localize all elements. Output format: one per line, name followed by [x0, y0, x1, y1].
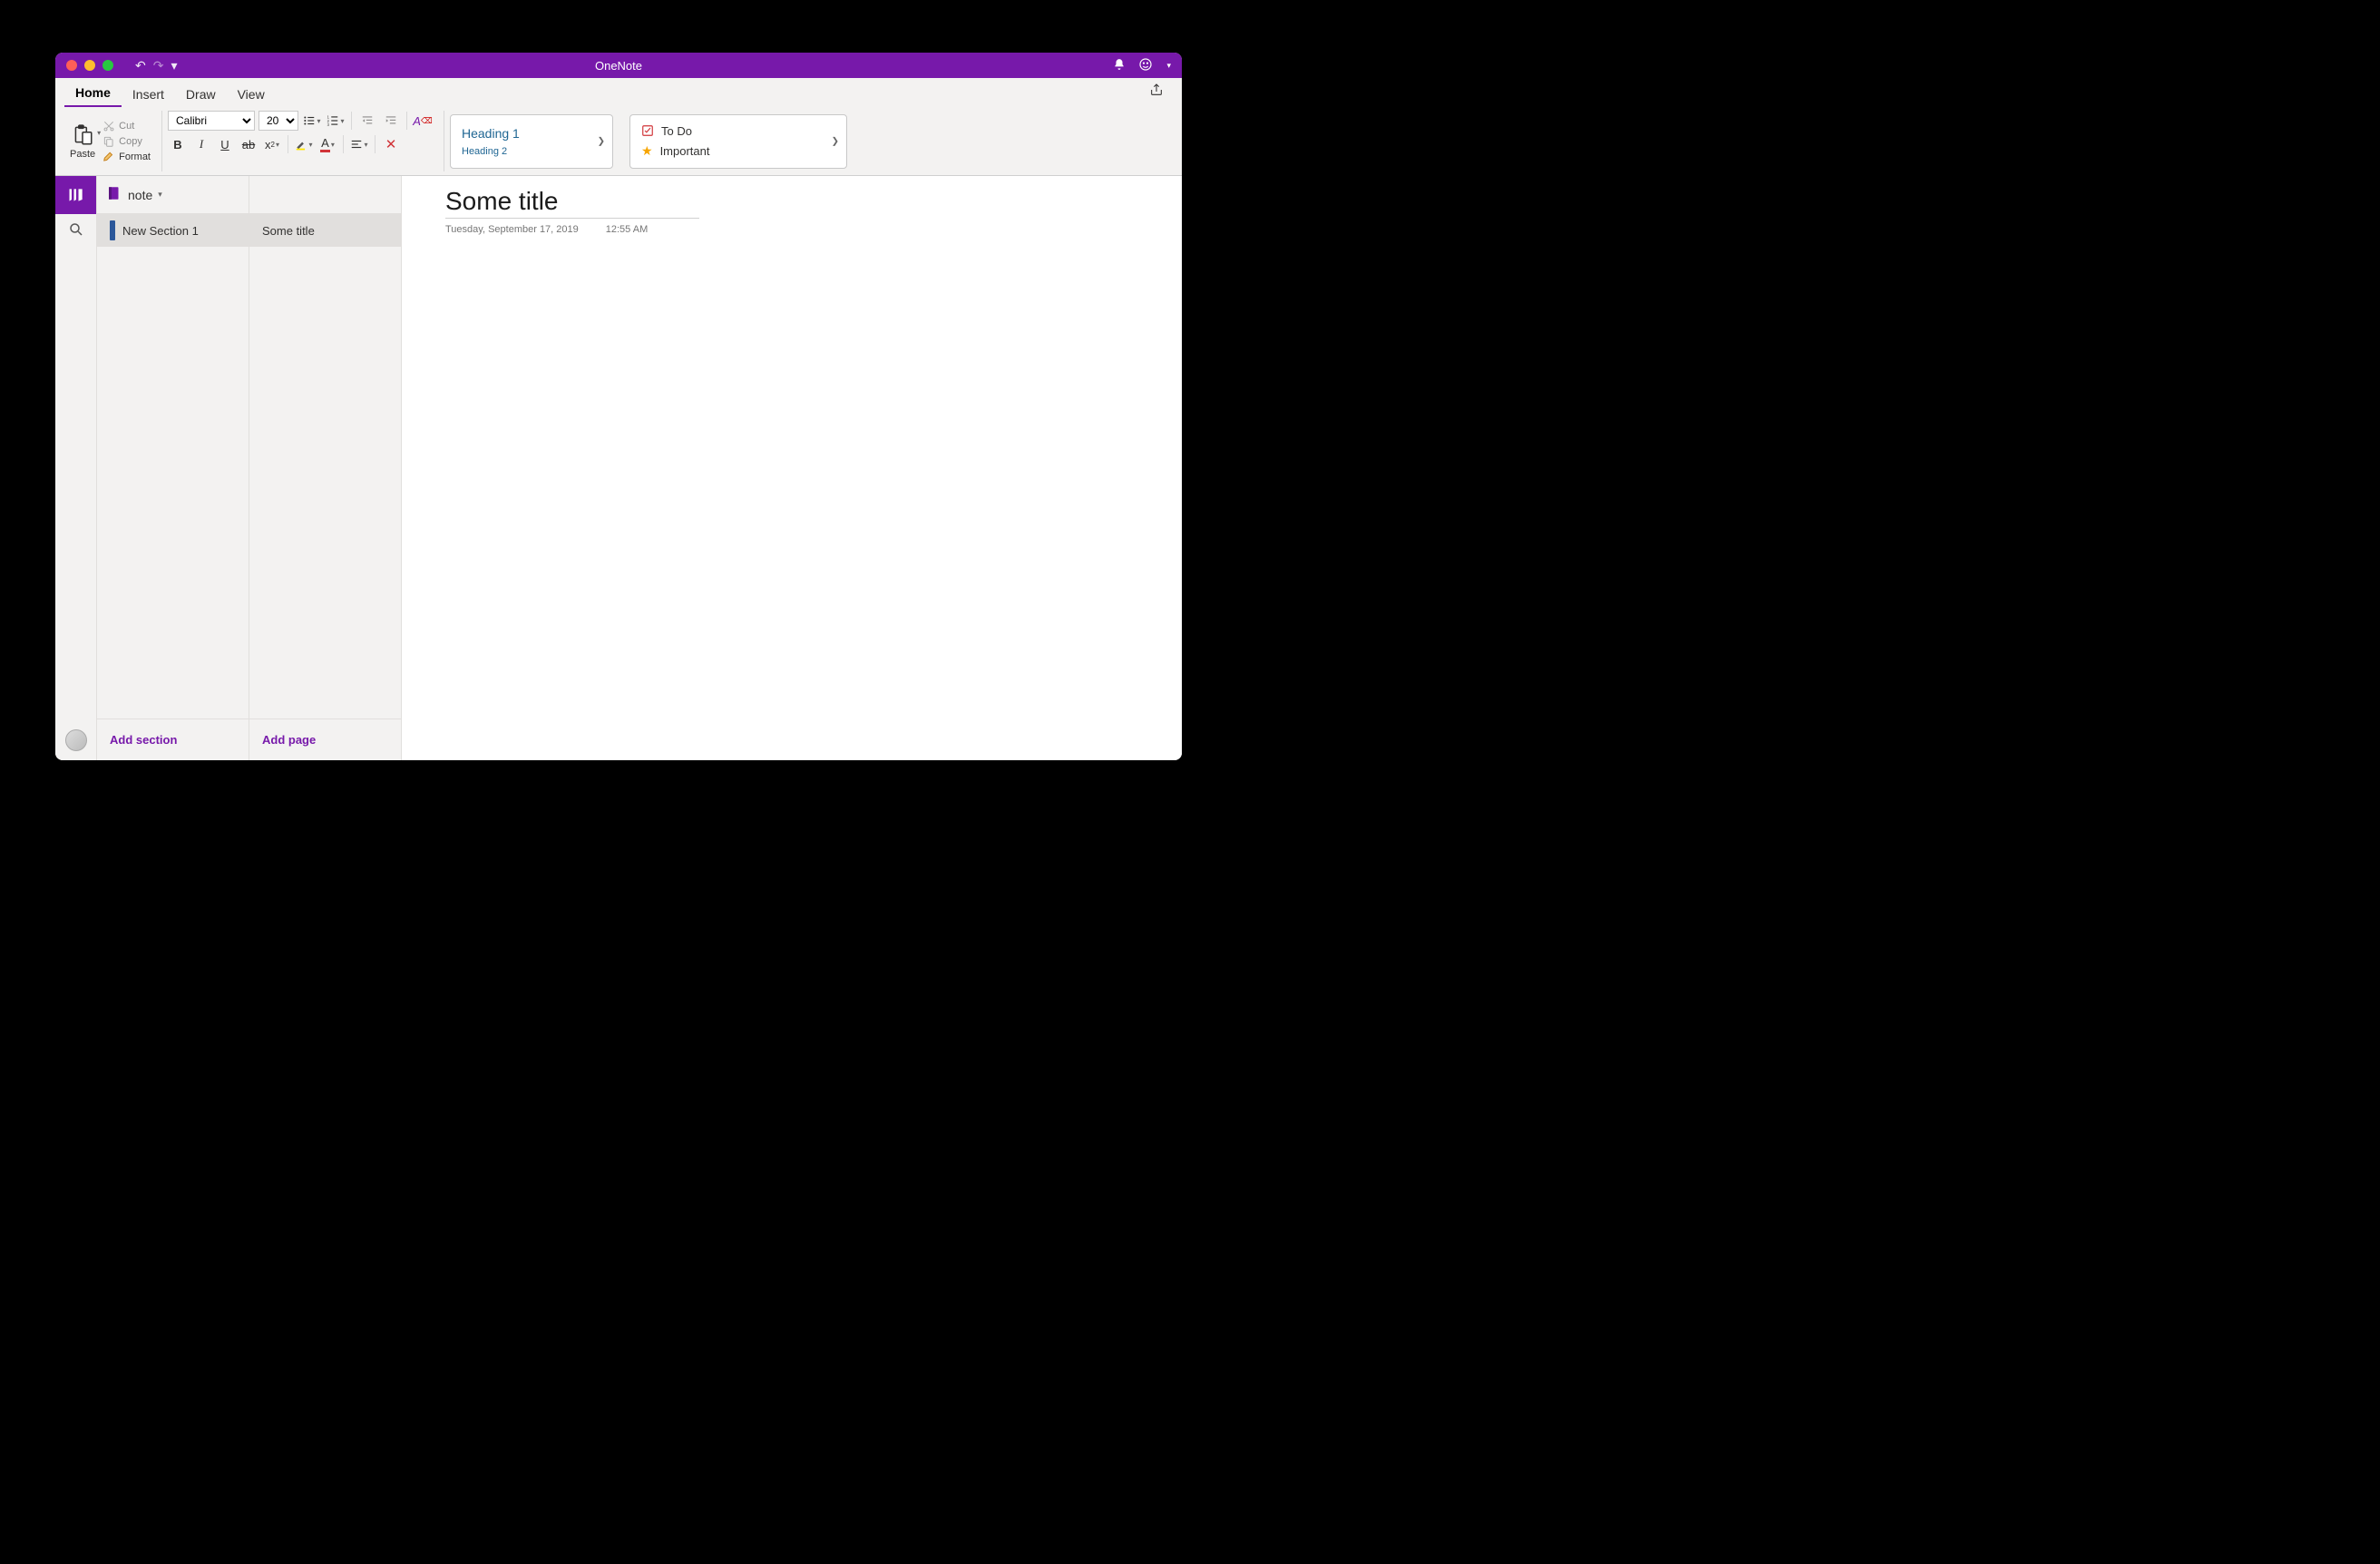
- ribbon: Paste ▾ Cut Copy Format: [55, 107, 1182, 176]
- separator: [406, 112, 407, 130]
- page-title-input[interactable]: Some title: [445, 187, 699, 219]
- minimize-window-button[interactable]: [84, 60, 95, 71]
- section-item[interactable]: New Section 1: [97, 214, 249, 247]
- page-meta: Tuesday, September 17, 2019 12:55 AM: [445, 224, 1138, 235]
- svg-text:3: 3: [327, 122, 330, 127]
- format-painter-button[interactable]: Format: [102, 151, 151, 163]
- star-icon: ★: [641, 143, 653, 159]
- chevron-down-icon: ▾: [340, 117, 344, 125]
- undo-button[interactable]: ↶: [135, 58, 146, 73]
- sections-column: note ▾ New Section 1 Add section: [97, 176, 249, 760]
- strikethrough-button[interactable]: ab: [239, 134, 258, 154]
- font-family-select[interactable]: Calibri: [168, 111, 255, 131]
- highlight-button[interactable]: ▾: [294, 134, 314, 154]
- cut-label: Cut: [119, 121, 134, 132]
- copy-label: Copy: [119, 136, 142, 147]
- tags-gallery[interactable]: To Do ★ Important ❯: [629, 114, 847, 169]
- chevron-down-icon: ▾: [276, 141, 279, 149]
- chevron-down-icon: ▾: [308, 141, 312, 149]
- numbering-button[interactable]: 123 ▾: [326, 111, 346, 131]
- account-avatar[interactable]: [65, 729, 87, 751]
- page-date[interactable]: Tuesday, September 17, 2019: [445, 224, 579, 235]
- clipboard-actions: Cut Copy Format: [102, 120, 151, 163]
- subscript-button[interactable]: x2▾: [262, 134, 282, 154]
- separator: [375, 135, 376, 153]
- style-heading-2[interactable]: Heading 2: [462, 146, 601, 157]
- tag-important-label: Important: [660, 144, 710, 158]
- qat-customize-button[interactable]: ▾: [171, 58, 177, 73]
- notebook-selector[interactable]: note ▾: [97, 176, 249, 214]
- paste-icon: [70, 123, 95, 147]
- chevron-down-icon: ▾: [364, 141, 367, 149]
- styles-gallery[interactable]: Heading 1 Heading 2 ❯: [450, 114, 613, 169]
- tab-insert[interactable]: Insert: [122, 82, 175, 107]
- delete-button[interactable]: ✕: [381, 134, 401, 154]
- section-color-icon: [110, 220, 115, 240]
- chevron-down-icon: ▾: [158, 190, 162, 200]
- page-item-title: Some title: [262, 224, 315, 238]
- feedback-dropdown-icon[interactable]: ▾: [1166, 61, 1171, 71]
- share-button[interactable]: [1140, 77, 1173, 107]
- style-heading-1[interactable]: Heading 1: [462, 126, 601, 141]
- app-title: OneNote: [595, 59, 642, 73]
- tag-todo-label: To Do: [661, 124, 692, 138]
- tab-draw[interactable]: Draw: [175, 82, 227, 107]
- font-size-select[interactable]: 20: [258, 111, 298, 131]
- clear-formatting-button[interactable]: A⌫: [413, 111, 433, 131]
- tag-important[interactable]: ★ Important: [641, 141, 835, 161]
- ribbon-tabs: Home Insert Draw View: [55, 78, 1182, 107]
- search-button[interactable]: [68, 221, 84, 242]
- tag-todo[interactable]: To Do: [641, 122, 835, 141]
- app-window: ↶ ↷ ▾ OneNote ▾ Home Insert Draw View: [55, 53, 1182, 760]
- chevron-right-icon[interactable]: ❯: [598, 136, 605, 146]
- separator: [343, 135, 344, 153]
- titlebar-right: ▾: [1113, 57, 1171, 74]
- chevron-down-icon: ▾: [331, 141, 335, 149]
- paste-button[interactable]: Paste: [70, 123, 99, 160]
- copy-button[interactable]: Copy: [102, 135, 151, 148]
- close-window-button[interactable]: [66, 60, 77, 71]
- window-controls: [66, 60, 113, 71]
- tab-view[interactable]: View: [227, 82, 276, 107]
- page-canvas[interactable]: Some title Tuesday, September 17, 2019 1…: [402, 176, 1182, 760]
- cut-button[interactable]: Cut: [102, 120, 151, 132]
- tags-group: To Do ★ Important ❯: [624, 111, 853, 171]
- quick-access-toolbar: ↶ ↷ ▾: [135, 58, 178, 73]
- notebook-name: note: [128, 188, 152, 202]
- pages-header-spacer: [249, 176, 401, 214]
- format-painter-label: Format: [119, 152, 151, 162]
- bullets-button[interactable]: ▾: [302, 111, 322, 131]
- italic-button[interactable]: I: [191, 134, 211, 154]
- font-group: Calibri 20 ▾ 123 ▾ A: [161, 111, 438, 171]
- page-item[interactable]: Some title: [249, 214, 401, 247]
- pages-column: Some title Add page: [249, 176, 402, 760]
- maximize-window-button[interactable]: [102, 60, 113, 71]
- tab-home[interactable]: Home: [64, 80, 122, 107]
- indent-button[interactable]: [381, 111, 401, 131]
- notebook-icon: [106, 185, 122, 204]
- clipboard-group: Paste ▾ Cut Copy Format: [64, 111, 156, 171]
- styles-group: Heading 1 Heading 2 ❯: [444, 111, 619, 171]
- chevron-down-icon: ▾: [317, 117, 320, 125]
- paste-dropdown-icon[interactable]: ▾: [97, 129, 101, 137]
- titlebar: ↶ ↷ ▾ OneNote ▾: [55, 53, 1182, 78]
- redo-button[interactable]: ↷: [153, 58, 164, 73]
- add-section-button[interactable]: Add section: [97, 718, 249, 760]
- section-name: New Section 1: [122, 224, 199, 238]
- content-body: note ▾ New Section 1 Add section Some ti…: [55, 176, 1182, 760]
- chevron-right-icon[interactable]: ❯: [832, 136, 839, 146]
- nav-rail: [55, 176, 97, 760]
- underline-button[interactable]: U: [215, 134, 235, 154]
- add-page-button[interactable]: Add page: [249, 718, 401, 760]
- page-time[interactable]: 12:55 AM: [606, 224, 648, 235]
- outdent-button[interactable]: [357, 111, 377, 131]
- paste-label: Paste: [70, 149, 95, 160]
- font-color-button[interactable]: A ▾: [317, 134, 337, 154]
- separator: [351, 112, 352, 130]
- bold-button[interactable]: B: [168, 134, 188, 154]
- notebooks-button[interactable]: [55, 176, 96, 214]
- alignment-button[interactable]: ▾: [349, 134, 369, 154]
- feedback-icon[interactable]: [1138, 57, 1153, 74]
- notifications-icon[interactable]: [1113, 58, 1126, 73]
